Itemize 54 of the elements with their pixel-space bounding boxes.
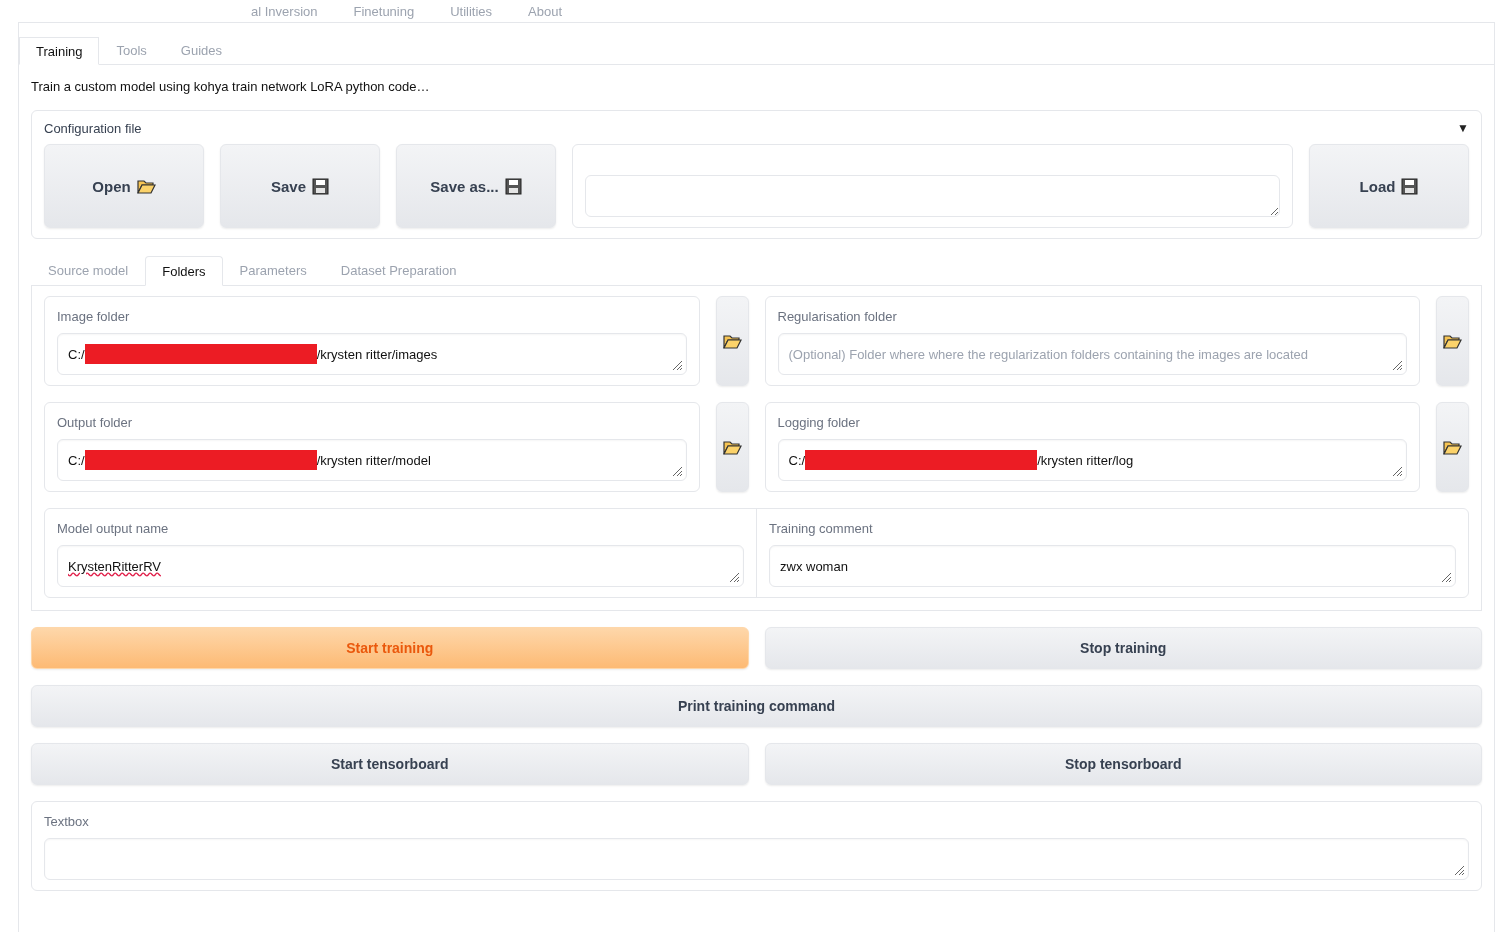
path-prefix: C:/ bbox=[788, 452, 806, 468]
collapse-toggle[interactable]: ▼ bbox=[1457, 121, 1469, 136]
field-value: zwx woman bbox=[780, 558, 848, 574]
folder-icon bbox=[722, 333, 742, 349]
action-button[interactable]: Stop tensorboard bbox=[764, 743, 1482, 785]
browse-folder-button[interactable] bbox=[1436, 402, 1469, 492]
resize-handle-icon[interactable] bbox=[671, 466, 683, 477]
browse-folder-button[interactable] bbox=[715, 402, 749, 492]
file-path-field[interactable] bbox=[585, 175, 1280, 217]
floppy-icon bbox=[1401, 177, 1419, 195]
folder-icon bbox=[136, 178, 156, 194]
description-text: Train a custom model using kohya train network LoRA python code… bbox=[31, 79, 431, 94]
folder-path-field[interactable]: C:/ /krysten ritter/log bbox=[777, 439, 1407, 481]
config-button[interactable]: Save bbox=[220, 144, 380, 228]
field-label: Image folder bbox=[57, 309, 131, 324]
path-prefix: C:/ bbox=[68, 346, 85, 362]
resize-handle-icon[interactable] bbox=[1441, 572, 1452, 583]
section-tab[interactable]: Folders bbox=[145, 256, 223, 286]
browse-folder-button[interactable] bbox=[1436, 296, 1469, 386]
path-suffix: /krysten ritter/model bbox=[316, 452, 431, 468]
text-field[interactable]: KrystenRitterRV bbox=[57, 545, 744, 587]
path-suffix: /krysten ritter/log bbox=[1037, 452, 1134, 468]
floppy-icon bbox=[504, 177, 522, 195]
resize-handle-icon[interactable] bbox=[729, 572, 740, 583]
resize-handle-icon[interactable] bbox=[1392, 466, 1403, 477]
path-prefix: C:/ bbox=[68, 452, 85, 468]
folder-path-field[interactable]: C:/ /krysten ritter/images bbox=[57, 333, 687, 375]
field-label: Model output name bbox=[57, 521, 170, 536]
field-label: Textbox bbox=[44, 814, 90, 829]
browse-folder-button[interactable] bbox=[715, 296, 749, 386]
load-button[interactable]: Load bbox=[1309, 144, 1469, 228]
floppy-icon bbox=[312, 177, 329, 195]
config-button[interactable]: Save as... bbox=[396, 144, 556, 228]
text-field[interactable]: zwx woman bbox=[769, 545, 1456, 587]
placeholder-text: (Optional) Folder where where the regularization folders containing the images are located bbox=[788, 346, 1309, 362]
sub-tab[interactable]: Training bbox=[19, 37, 100, 65]
resize-handle-icon[interactable] bbox=[671, 360, 683, 371]
config-button[interactable]: Open bbox=[44, 144, 204, 228]
resize-handle-icon[interactable] bbox=[1454, 865, 1465, 876]
action-button[interactable]: Print training command bbox=[31, 685, 1482, 727]
field-label: Training comment bbox=[769, 521, 874, 536]
folder-icon bbox=[1443, 333, 1462, 349]
folder-icon bbox=[1443, 439, 1462, 455]
resize-handle-icon[interactable] bbox=[1392, 360, 1403, 371]
accordion-title: Configuration file bbox=[44, 121, 142, 136]
folder-path-field[interactable]: C:/ /krysten ritter/model bbox=[57, 439, 687, 481]
action-button[interactable]: Stop training bbox=[764, 627, 1482, 669]
field-label: Regularisation folder bbox=[777, 309, 898, 324]
field-label: Logging folder bbox=[777, 415, 861, 430]
action-button[interactable]: Start tensorboard bbox=[31, 743, 749, 785]
field-value: KrystenRitterRV bbox=[68, 558, 161, 574]
folder-icon bbox=[722, 439, 742, 455]
path-suffix: /krysten ritter/images bbox=[316, 346, 438, 362]
field-label: Output folder bbox=[57, 415, 134, 430]
